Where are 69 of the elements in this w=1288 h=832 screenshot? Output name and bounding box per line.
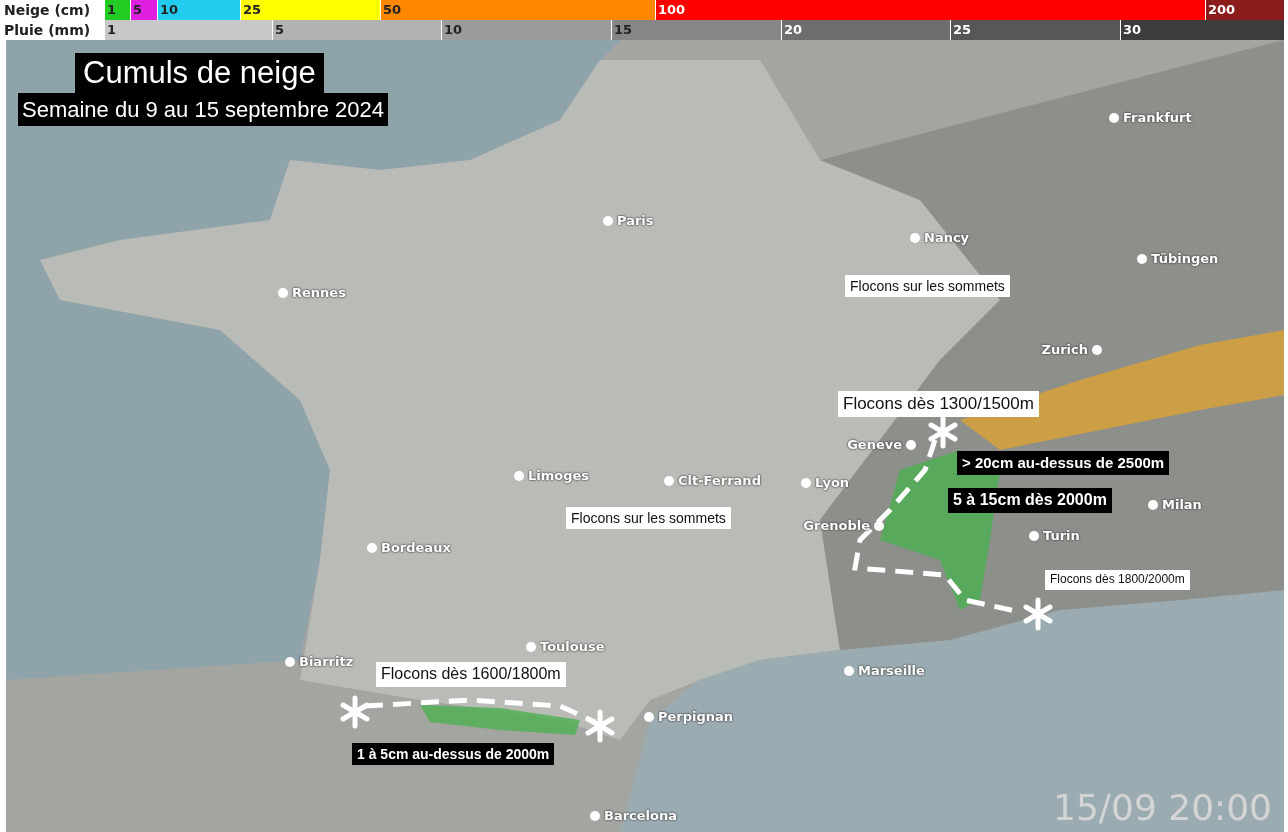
city-marker-icon <box>590 810 600 821</box>
city-marker-icon <box>1137 253 1147 264</box>
city-marker-icon <box>644 711 654 722</box>
snowflake-icon <box>1023 597 1053 631</box>
map-annotation: 5 à 15cm dès 2000m <box>948 488 1112 513</box>
city-label: Milan <box>1162 497 1202 512</box>
city-label: Frankfurt <box>1123 110 1192 125</box>
snowflake-icon <box>340 695 370 729</box>
city-marker-icon <box>801 477 811 488</box>
city-label: Paris <box>617 213 654 228</box>
legend-label: Neige (cm) <box>3 1 92 20</box>
city-marker-icon <box>844 665 854 676</box>
city-marker-icon <box>910 232 920 243</box>
map-annotation: 1 à 5cm au-dessus de 2000m <box>352 743 555 766</box>
map-annotation: Flocons sur les sommets <box>566 507 731 530</box>
timestamp: 15/09 20:00 <box>1053 787 1272 828</box>
city-label: Bordeaux <box>381 540 451 555</box>
city-label: Rennes <box>292 285 346 300</box>
snowflake-icon <box>928 415 958 449</box>
snow-scale-step: 100 <box>655 0 1205 20</box>
city-label: Barcelona <box>604 808 678 823</box>
city-label: Clt-Ferrand <box>678 473 761 488</box>
city-label: Grenoble <box>803 518 870 533</box>
legend-label: Pluie (mm) <box>3 21 92 40</box>
snow-scale-step: 200 <box>1205 0 1284 20</box>
city-label: Perpignan <box>658 709 734 724</box>
snowflake-icon <box>585 709 615 743</box>
snow-scale-step: 25 <box>240 0 380 20</box>
city-marker-icon <box>367 542 377 553</box>
city-marker-icon <box>285 656 295 667</box>
rain-scale-step: 15 <box>611 20 781 40</box>
city-marker-icon <box>1109 112 1119 123</box>
city-marker-icon <box>664 475 674 486</box>
map-title: Cumuls de neige <box>75 53 324 93</box>
map-annotation: Flocons dès 1600/1800m <box>376 662 566 687</box>
snow-scale-step: 10 <box>157 0 240 20</box>
city-marker-icon <box>874 520 884 531</box>
map-annotation: Flocons dès 1800/2000m <box>1045 570 1190 590</box>
city-marker-icon <box>1029 530 1039 541</box>
city-marker-icon <box>514 470 524 481</box>
rain-scale-step: 25 <box>950 20 1120 40</box>
city-label: Biarritz <box>299 654 354 669</box>
city-label: Toulouse <box>540 639 605 654</box>
city-label: Turin <box>1043 528 1080 543</box>
city-label: Zurich <box>1041 342 1088 357</box>
snow-scale-step: 5 <box>130 0 157 20</box>
rain-scale-step: 5 <box>272 20 441 40</box>
map-subtitle: Semaine du 9 au 15 septembre 2024 <box>18 93 389 126</box>
city-label: Lyon <box>815 475 850 490</box>
map-annotation: > 20cm au-dessus de 2500m <box>957 451 1170 475</box>
snow-scale-step: 1 <box>104 0 130 20</box>
city-label: Limoges <box>528 468 590 483</box>
rain-scale-step: 30 <box>1120 20 1284 40</box>
city-marker-icon <box>278 287 288 298</box>
city-marker-icon <box>603 215 613 226</box>
city-marker-icon <box>1148 499 1158 510</box>
map-annotation: Flocons dès 1300/1500m <box>838 391 1039 418</box>
rain-scale-step: 10 <box>441 20 611 40</box>
city-marker-icon <box>526 641 536 652</box>
rain-scale-step: 20 <box>781 20 950 40</box>
snow-scale-step: 50 <box>380 0 655 20</box>
city-label: Geneve <box>847 437 902 452</box>
map-annotation: Flocons sur les sommets <box>845 275 1010 298</box>
city-label: Nancy <box>924 230 970 245</box>
city-marker-icon <box>1092 344 1102 355</box>
city-label: Marseille <box>858 663 925 678</box>
city-marker-icon <box>906 439 916 450</box>
city-label: Tübingen <box>1151 251 1219 266</box>
rain-scale-step: 1 <box>104 20 272 40</box>
